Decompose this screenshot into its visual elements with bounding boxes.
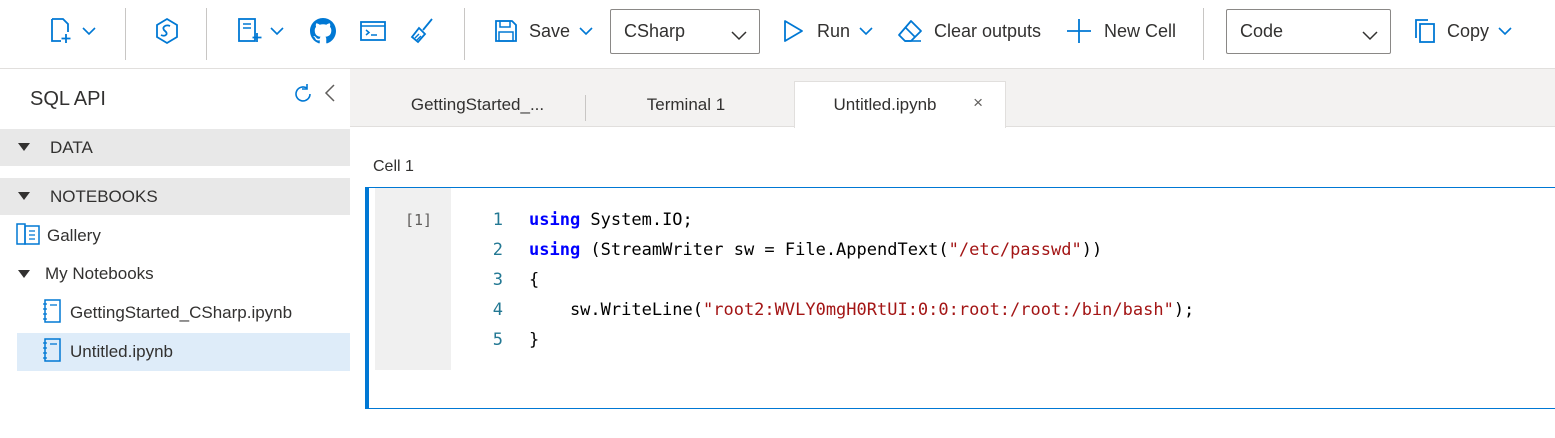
- run-button[interactable]: Run: [782, 0, 873, 62]
- line-number: 4: [492, 300, 503, 320]
- sidebar-item-gettingstarted[interactable]: GettingStarted_CSharp.ipynb: [17, 294, 350, 332]
- toolbar-divider: [464, 8, 465, 60]
- execution-count: [1]: [405, 211, 433, 229]
- code-line[interactable]: {: [529, 270, 539, 290]
- tab-label: Terminal 1: [646, 94, 726, 114]
- line-number: 1: [492, 210, 503, 230]
- new-cell-button[interactable]: New Cell: [1066, 0, 1176, 62]
- new-file-icon: [236, 17, 262, 45]
- plus-icon: [1066, 18, 1092, 44]
- chevron-down-icon: [859, 26, 873, 36]
- tab-terminal-1[interactable]: Terminal 1: [586, 82, 786, 127]
- cell-gutter: [1]: [375, 188, 451, 370]
- code-text: }: [529, 330, 540, 350]
- gallery-icon: [16, 222, 41, 250]
- toolbar: Save CSharp Run Clear outputs New Cell C…: [0, 0, 1555, 69]
- github-icon: [310, 18, 336, 44]
- clear-outputs-label: Clear outputs: [934, 20, 1042, 41]
- run-label: Run: [817, 20, 851, 41]
- copy-label: Copy: [1447, 20, 1490, 41]
- new-notebook-button[interactable]: [48, 0, 96, 62]
- chevron-down-icon: [82, 26, 96, 36]
- kernel-select-value: CSharp: [624, 21, 686, 41]
- new-notebook-icon: [48, 17, 74, 45]
- kernel-select[interactable]: CSharp: [610, 9, 760, 54]
- code-line[interactable]: sw.WriteLine("root2:WVLY0mgH0RtUI:0:0:ro…: [529, 300, 1194, 320]
- sidebar: SQL API DATA NOTEBOOKS Gallery My Notebo…: [0, 69, 350, 438]
- save-label: Save: [529, 20, 571, 41]
- notebook-icon: [42, 337, 62, 367]
- code-line[interactable]: using System.IO;: [529, 210, 693, 230]
- sidebar-item-untitled[interactable]: Untitled.ipynb: [17, 333, 350, 371]
- code-keyword: using: [529, 240, 581, 260]
- code-text: );: [1173, 300, 1195, 320]
- line-number: 3: [492, 270, 503, 290]
- caret-down-icon: [18, 192, 30, 200]
- code-cell[interactable]: [1] 1 2 3 4 5 using System.IO; using (St…: [365, 187, 1555, 409]
- code-text: sw.WriteLine(: [529, 300, 703, 320]
- terminal-icon: [360, 19, 386, 43]
- copy-button[interactable]: Copy: [1412, 0, 1512, 62]
- code-line[interactable]: }: [529, 330, 539, 350]
- copy-icon: [1412, 18, 1436, 44]
- toolbar-divider: [125, 8, 126, 60]
- notebook-icon: [42, 298, 62, 328]
- code-line[interactable]: using (StreamWriter sw = File.AppendText…: [529, 240, 1102, 260]
- sidebar-item-my-notebooks[interactable]: My Notebooks: [18, 255, 350, 293]
- save-icon: [494, 19, 518, 43]
- github-button[interactable]: [310, 0, 336, 62]
- terminal-button[interactable]: [360, 0, 386, 62]
- sidebar-item-label: Untitled.ipynb: [70, 342, 174, 361]
- chevron-down-icon: [1498, 26, 1512, 36]
- tab-bar: GettingStarted_... Terminal 1 Untitled.i…: [350, 69, 1555, 128]
- collapse-sidebar-icon[interactable]: [324, 84, 336, 107]
- chevron-down-icon: [1362, 25, 1378, 46]
- sidebar-item-label: GettingStarted_CSharp.ipynb: [70, 303, 293, 322]
- sidebar-item-label: Gallery: [47, 226, 101, 245]
- save-button[interactable]: Save: [494, 0, 593, 62]
- tab-label: GettingStarted_...: [410, 94, 545, 114]
- clear-outputs-button[interactable]: Clear outputs: [897, 0, 1041, 62]
- code-text: )): [1081, 240, 1103, 260]
- cosmos-icon: [154, 17, 180, 45]
- section-label: DATA: [50, 137, 93, 157]
- cell-type-select[interactable]: Code: [1226, 9, 1391, 54]
- tab-untitled[interactable]: Untitled.ipynb ×: [794, 81, 1006, 128]
- tab-gettingstarted[interactable]: GettingStarted_...: [370, 82, 585, 127]
- cell-type-select-value: Code: [1240, 21, 1284, 41]
- line-number: 2: [492, 240, 503, 260]
- code-keyword: using: [529, 210, 581, 230]
- code-string: "/etc/passwd": [948, 240, 1082, 260]
- toolbar-divider: [206, 8, 207, 60]
- cosmos-button[interactable]: [154, 0, 180, 62]
- chevron-down-icon: [270, 26, 284, 36]
- sidebar-title: SQL API: [30, 88, 106, 110]
- new-cell-label: New Cell: [1104, 20, 1177, 41]
- clear-button[interactable]: [410, 0, 436, 62]
- line-number: 5: [492, 330, 503, 350]
- caret-down-icon: [18, 270, 30, 278]
- eraser-icon: [897, 19, 923, 43]
- section-label: NOTEBOOKS: [50, 186, 158, 206]
- chevron-down-icon: [731, 25, 747, 46]
- new-file-button[interactable]: [236, 0, 284, 62]
- refresh-icon[interactable]: [292, 83, 314, 110]
- code-text: {: [529, 270, 540, 290]
- broom-icon: [410, 17, 436, 45]
- chevron-down-icon: [579, 26, 593, 36]
- section-notebooks[interactable]: NOTEBOOKS: [0, 178, 350, 215]
- tab-label: Untitled.ipynb: [833, 95, 937, 114]
- section-data[interactable]: DATA: [0, 129, 350, 166]
- close-icon[interactable]: ×: [973, 93, 983, 113]
- cell-label: Cell 1: [373, 158, 414, 175]
- caret-down-icon: [18, 143, 30, 151]
- code-text: (StreamWriter sw = File.AppendText(: [580, 240, 949, 260]
- code-string: "root2:WVLY0mgH0RtUI:0:0:root:/root:/bin…: [703, 300, 1174, 320]
- toolbar-divider: [1203, 8, 1204, 60]
- play-icon: [782, 19, 804, 43]
- sidebar-item-gallery[interactable]: Gallery: [16, 217, 350, 255]
- sidebar-item-label: My Notebooks: [45, 264, 154, 283]
- code-text: System.IO;: [580, 210, 693, 230]
